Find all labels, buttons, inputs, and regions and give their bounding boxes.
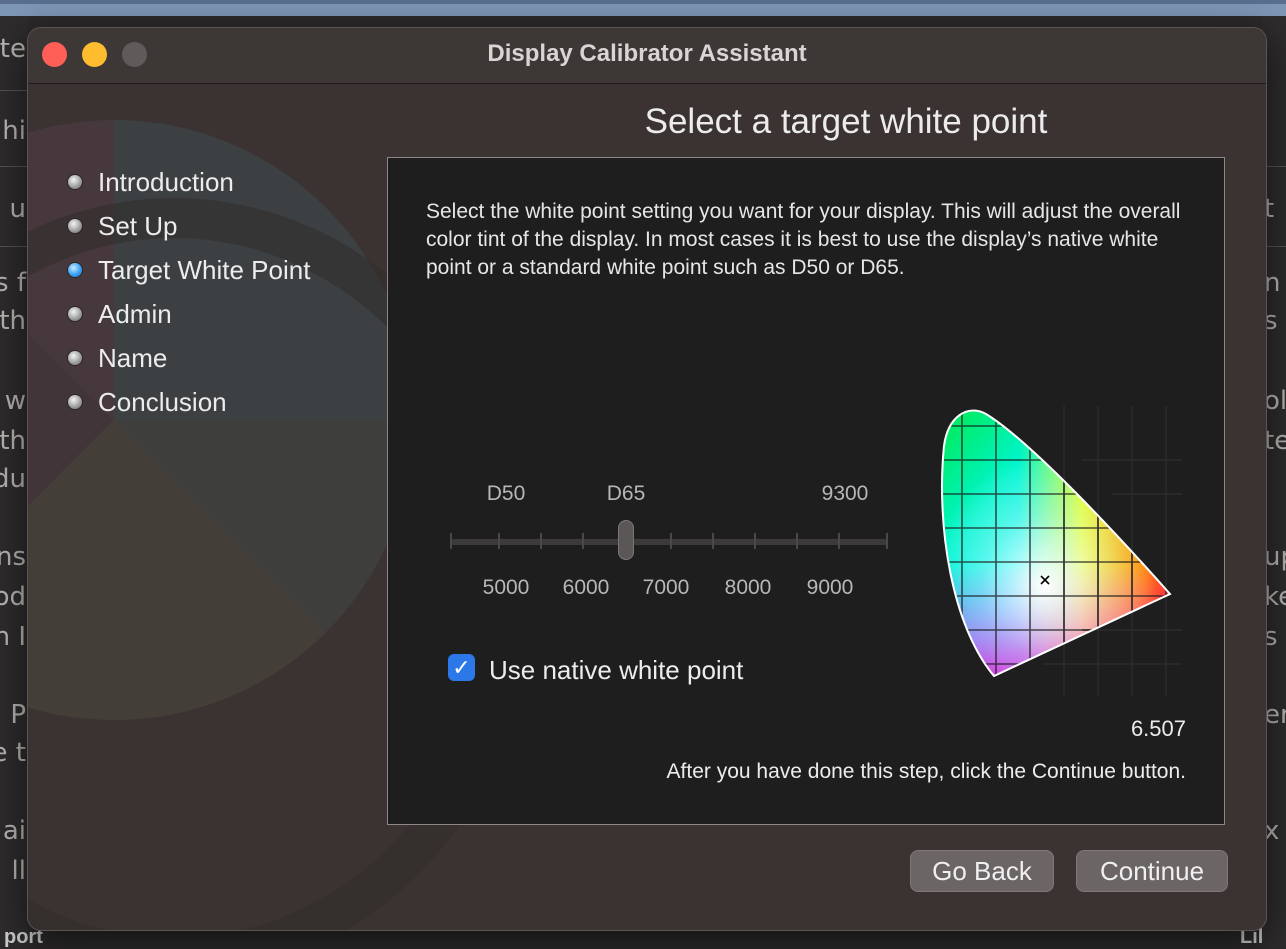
background-text: hi xyxy=(2,116,26,146)
step-list: Introduction Set Up Target White Point A… xyxy=(68,160,310,424)
background-text: er xyxy=(1264,700,1286,730)
slider-label-d50: D50 xyxy=(486,482,526,505)
background-text: ai xyxy=(2,816,26,846)
background-text: od xyxy=(0,582,26,612)
slider-tick xyxy=(450,533,452,549)
background-text: n P xyxy=(0,700,26,730)
white-point-slider-track[interactable] xyxy=(450,539,888,545)
step-item-conclusion: Conclusion xyxy=(68,380,310,424)
slider-tick xyxy=(754,533,756,549)
slider-tick xyxy=(886,533,888,549)
background-text: up xyxy=(1264,542,1286,572)
white-point-value: 6.507 xyxy=(1130,716,1186,741)
step-item-introduction: Introduction xyxy=(68,160,310,204)
slider-tick xyxy=(796,533,798,549)
background-text: th xyxy=(0,426,26,456)
step-bullet-icon xyxy=(68,219,82,233)
background-text: ll xyxy=(11,856,26,886)
slider-tick xyxy=(582,533,584,549)
slider-scale-8000: 8000 xyxy=(724,576,772,599)
background-text: ol xyxy=(1264,386,1286,416)
step-label: Conclusion xyxy=(98,386,227,417)
slider-scale-5000: 5000 xyxy=(482,576,530,599)
background-app-left: ute hi u s f th , w th du ns od n I n P … xyxy=(0,16,28,946)
title-bar[interactable]: Display Calibrator Assistant xyxy=(28,28,1266,84)
step-item-admin: Admin xyxy=(68,292,310,336)
step-item-name: Name xyxy=(68,336,310,380)
background-text: n I xyxy=(0,622,26,652)
calibrator-window: Display Calibrator Assistant Introductio… xyxy=(27,27,1267,931)
background-text: e t xyxy=(0,738,26,768)
description-text: Select the white point setting you want … xyxy=(426,200,1181,279)
step-label: Name xyxy=(98,342,168,373)
background-text: u xyxy=(9,194,26,224)
background-window-edge xyxy=(0,0,1286,4)
background-text: th xyxy=(0,306,26,336)
background-text: s r xyxy=(1264,306,1286,336)
background-text: te xyxy=(1264,426,1286,456)
step-bullet-icon xyxy=(68,351,82,365)
step-label: Target White Point xyxy=(98,254,311,285)
page-title: Select a target white point xyxy=(644,102,1048,141)
white-point-slider-knob[interactable] xyxy=(618,520,634,560)
step-item-target-white-point: Target White Point xyxy=(68,248,310,292)
background-text: ns xyxy=(0,542,26,572)
continue-button[interactable]: Continue xyxy=(1076,850,1228,892)
native-white-point-checkbox[interactable]: ✓ xyxy=(448,654,475,681)
slider-tick xyxy=(838,533,840,549)
step-bullet-active-icon xyxy=(68,263,82,277)
slider-tick xyxy=(670,533,672,549)
step-label: Set Up xyxy=(98,210,178,241)
slider-scale-9000: 9000 xyxy=(806,576,854,599)
background-text: ke xyxy=(1264,582,1286,612)
continue-hint-text: After you have done this step, click the… xyxy=(666,760,1186,783)
background-text: , w xyxy=(0,386,26,416)
background-text: ute xyxy=(0,34,26,64)
background-text: du xyxy=(0,464,26,494)
slider-tick xyxy=(540,533,542,549)
slider-tick xyxy=(712,533,714,549)
background-text: s f xyxy=(0,268,26,298)
checkmark-icon: ✓ xyxy=(452,654,471,680)
go-back-button[interactable]: Go Back xyxy=(910,850,1054,892)
slider-scale-7000: 7000 xyxy=(642,576,690,599)
step-bullet-icon xyxy=(68,175,82,189)
slider-label-d65: D65 xyxy=(606,482,646,505)
step-label: Admin xyxy=(98,298,172,329)
slider-scale-6000: 6000 xyxy=(562,576,610,599)
window-title: Display Calibrator Assistant xyxy=(487,40,807,67)
slider-label-9300: 9300 xyxy=(821,482,869,505)
chromaticity-diagram xyxy=(941,406,1182,696)
step-bullet-icon xyxy=(68,307,82,321)
step-bullet-icon xyxy=(68,395,82,409)
slider-tick xyxy=(498,533,500,549)
step-label: Introduction xyxy=(98,166,234,197)
step-item-setup: Set Up xyxy=(68,204,310,248)
content-panel: Select the white point setting you want … xyxy=(387,157,1225,825)
native-white-point-label[interactable]: Use native white point xyxy=(489,655,743,686)
